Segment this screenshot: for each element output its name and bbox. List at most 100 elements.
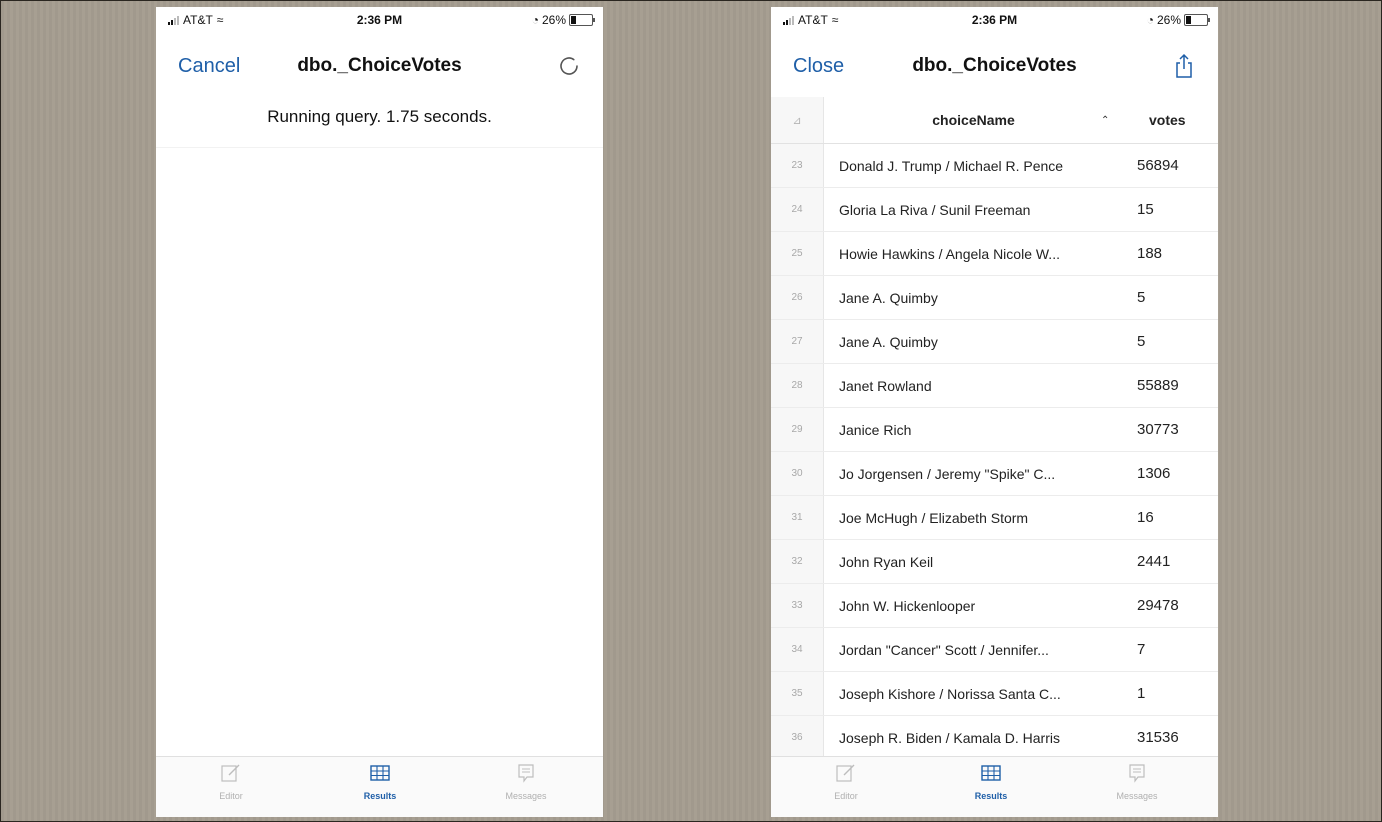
votes-cell[interactable]: 2441 (1137, 540, 1170, 583)
editor-icon (221, 764, 240, 782)
battery-percent: 26% (541, 13, 566, 27)
grid-icon (370, 765, 390, 781)
corner-resize-icon: ⊿ (792, 114, 802, 127)
table-row[interactable]: 36 Joseph R. Biden / Kamala D. Harris 3153… (771, 716, 1218, 760)
row-number: 33 (771, 584, 824, 627)
sort-ascending-icon[interactable]: ⌃ (1101, 97, 1109, 143)
table-row[interactable]: 25 Howie Hawkins / Angela Nicole W... 188 (771, 232, 1218, 276)
table-row[interactable]: 29 Janice Rich 30773 (771, 408, 1218, 452)
tab-label: Messages (1116, 791, 1158, 801)
phone-screen-results: AT&T ≈ 2:36 PM ◔ 26% Close dbo._ChoiceVo… (771, 7, 1218, 817)
choice-name-cell[interactable]: John Ryan Keil (839, 540, 933, 583)
votes-cell[interactable]: 31536 (1137, 716, 1179, 759)
table-row[interactable]: 33 John W. Hickenlooper 29478 (771, 584, 1218, 628)
query-status-text: Running query. 1.75 seconds. (267, 107, 492, 126)
choice-name-cell[interactable]: Jane A. Quimby (839, 276, 938, 319)
row-number: 23 (771, 144, 824, 187)
votes-cell[interactable]: 1306 (1137, 452, 1170, 495)
spinner-icon (560, 57, 578, 75)
votes-cell[interactable]: 29478 (1137, 584, 1179, 627)
row-number: 27 (771, 320, 824, 363)
votes-cell[interactable]: 56894 (1137, 144, 1179, 187)
tab-bar: Editor Results Messages (156, 756, 603, 817)
rotation-lock-icon: ◔ (1146, 13, 1154, 27)
battery-icon (1184, 14, 1210, 26)
table-row[interactable]: 32 John Ryan Keil 2441 (771, 540, 1218, 584)
choice-name-cell[interactable]: Jordan "Cancer" Scott / Jennifer... (839, 628, 1049, 671)
divider (156, 147, 603, 148)
choice-name-cell[interactable]: Donald J. Trump / Michael R. Pence (839, 144, 1063, 187)
table-row[interactable]: 31 Joe McHugh / Elizabeth Storm 16 (771, 496, 1218, 540)
table-row[interactable]: 34 Jordan "Cancer" Scott / Jennifer... 7 (771, 628, 1218, 672)
status-bar: AT&T ≈ 2:36 PM ◔ 26% (156, 7, 603, 33)
choice-name-cell[interactable]: Howie Hawkins / Angela Nicole W... (839, 232, 1060, 275)
table-body: 23 Donald J. Trump / Michael R. Pence 5689… (771, 144, 1218, 760)
row-number: 31 (771, 496, 824, 539)
row-number: 30 (771, 452, 824, 495)
table-row[interactable]: 27 Jane A. Quimby 5 (771, 320, 1218, 364)
votes-cell[interactable]: 5 (1137, 276, 1145, 319)
table-row[interactable]: 30 Jo Jorgensen / Jeremy "Spike" C... 1306 (771, 452, 1218, 496)
battery-fill (571, 16, 576, 24)
row-number: 28 (771, 364, 824, 407)
messages-icon (1129, 764, 1145, 783)
votes-cell[interactable]: 1 (1137, 672, 1145, 715)
choice-name-cell[interactable]: Jo Jorgensen / Jeremy "Spike" C... (839, 452, 1055, 495)
messages-icon (518, 764, 534, 783)
row-number: 24 (771, 188, 824, 231)
tab-messages[interactable]: Messages (476, 763, 576, 801)
grid-icon (981, 765, 1001, 781)
choice-name-cell[interactable]: Joseph Kishore / Norissa Santa C... (839, 672, 1061, 715)
choice-name-cell[interactable]: Gloria La Riva / Sunil Freeman (839, 188, 1030, 231)
nav-bar: Close dbo._ChoiceVotes (771, 51, 1218, 85)
votes-cell[interactable]: 55889 (1137, 364, 1179, 407)
phone-screen-running-query: AT&T ≈ 2:36 PM ◔ 26% Cancel dbo._ChoiceV… (156, 7, 603, 817)
table-header: ⊿ choiceName ⌃ votes (771, 97, 1218, 144)
tab-label: Results (974, 791, 1008, 801)
row-number: 25 (771, 232, 824, 275)
table-row[interactable]: 28 Janet Rowland 55889 (771, 364, 1218, 408)
votes-cell[interactable]: 30773 (1137, 408, 1179, 451)
tab-results[interactable]: Results (330, 763, 430, 801)
photo-frame: AT&T ≈ 2:36 PM ◔ 26% Cancel dbo._ChoiceV… (0, 0, 1382, 822)
page-title: dbo._ChoiceVotes (912, 55, 1077, 76)
tab-editor[interactable]: Editor (181, 763, 281, 801)
nav-bar: Cancel dbo._ChoiceVotes (156, 51, 603, 85)
table-row[interactable]: 35 Joseph Kishore / Norissa Santa C... 1 (771, 672, 1218, 716)
choice-name-cell[interactable]: John W. Hickenlooper (839, 584, 975, 627)
table-row[interactable]: 23 Donald J. Trump / Michael R. Pence 5689… (771, 144, 1218, 188)
tab-label: Editor (834, 791, 858, 801)
row-number: 34 (771, 628, 824, 671)
results-table: ⊿ choiceName ⌃ votes 23 Donald J. Trump /… (771, 97, 1218, 760)
votes-cell[interactable]: 16 (1137, 496, 1154, 539)
select-all-corner[interactable]: ⊿ (771, 97, 824, 143)
choice-name-cell[interactable]: Jane A. Quimby (839, 320, 938, 363)
status-bar: AT&T ≈ 2:36 PM ◔ 26% (771, 7, 1218, 33)
choice-name-cell[interactable]: Janice Rich (839, 408, 911, 451)
table-row[interactable]: 26 Jane A. Quimby 5 (771, 276, 1218, 320)
tab-editor[interactable]: Editor (796, 763, 896, 801)
choice-name-cell[interactable]: Janet Rowland (839, 364, 932, 407)
votes-cell[interactable]: 188 (1137, 232, 1162, 275)
editor-icon (836, 764, 855, 782)
votes-cell[interactable]: 15 (1137, 188, 1154, 231)
votes-cell[interactable]: 5 (1137, 320, 1145, 363)
votes-cell[interactable]: 7 (1137, 628, 1145, 671)
column-header-votes[interactable]: votes (1149, 97, 1186, 143)
tab-label: Results (363, 791, 397, 801)
row-number: 36 (771, 716, 824, 759)
row-number: 35 (771, 672, 824, 715)
rotation-lock-icon: ◔ (531, 13, 539, 27)
choice-name-cell[interactable]: Joe McHugh / Elizabeth Storm (839, 496, 1028, 539)
table-row[interactable]: 24 Gloria La Riva / Sunil Freeman 15 (771, 188, 1218, 232)
share-icon[interactable] (1172, 53, 1196, 79)
row-number: 29 (771, 408, 824, 451)
choice-name-cell[interactable]: Joseph R. Biden / Kamala D. Harris (839, 716, 1060, 759)
tab-results[interactable]: Results (941, 763, 1041, 801)
row-number: 32 (771, 540, 824, 583)
column-header-choicename[interactable]: choiceName (841, 97, 1106, 143)
row-number: 26 (771, 276, 824, 319)
tab-messages[interactable]: Messages (1087, 763, 1187, 801)
tab-bar: Editor Results Messages (771, 756, 1218, 817)
battery-fill (1186, 16, 1191, 24)
